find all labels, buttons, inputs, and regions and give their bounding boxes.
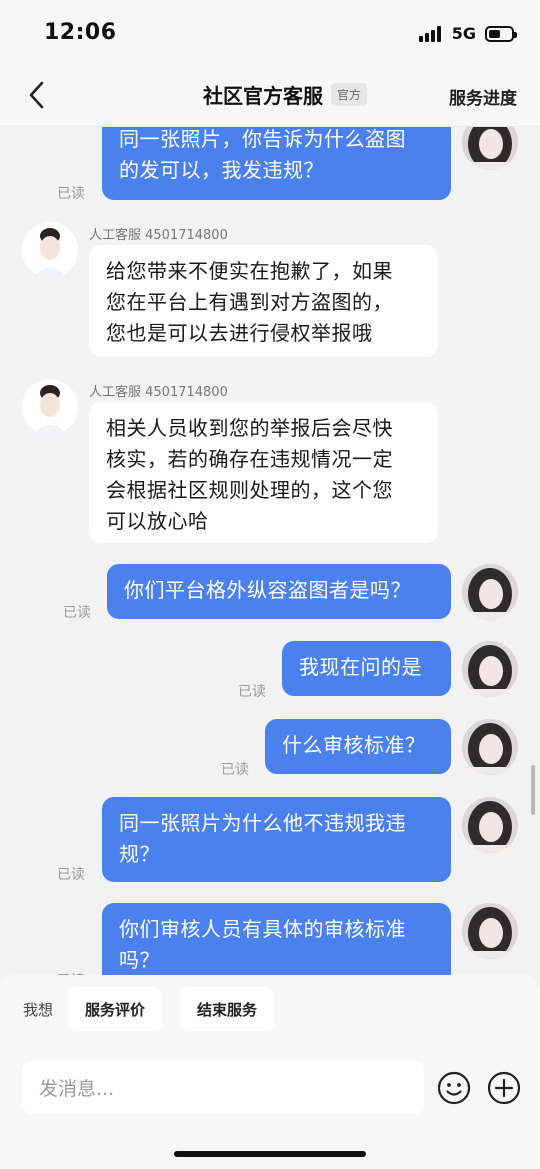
user-message-bubble[interactable]: 你们审核人员有具体的审核标准 吗？ <box>102 903 451 975</box>
message-item: 什么审核标准？ 已读 <box>0 719 540 781</box>
user-message-bubble[interactable]: 你们平台格外纵容盗图者是吗？ <box>107 564 451 619</box>
read-status: 已读 <box>63 605 91 621</box>
message-line: 吗？ <box>119 948 160 972</box>
read-status: 已读 <box>238 684 266 700</box>
read-status: 已读 <box>221 762 249 778</box>
signal-icon <box>418 25 443 42</box>
message-list[interactable]: 同一张照片，你告诉为什么盗图 的发可以，我发违规？ 已读 人工客服 450171… <box>0 127 540 975</box>
message-line: 你们平台格外纵容盗图者是吗？ <box>124 578 411 602</box>
quick-reply-label: 我想 <box>23 1001 54 1019</box>
agent-message-bubble[interactable]: 相关人员收到您的举报后会尽快 核实，若的确存在违规情况一定 会根据社区规则处理的… <box>89 402 438 543</box>
quick-reply-row: 我想 服务评价 结束服务 <box>0 987 540 1033</box>
message-item: 你们平台格外纵容盗图者是吗？ 已读 <box>0 564 540 626</box>
service-progress-button[interactable]: 服务进度 <box>449 84 517 109</box>
message-item: 你们审核人员有具体的审核标准 吗？ 已读 <box>0 903 540 975</box>
message-item: 同一张照片为什么他不违规我违 规？ 已读 <box>0 797 540 887</box>
message-item: 人工客服 4501714800 给您带来不便实在抱歉了，如果 您在平台上有遇到对… <box>0 222 540 362</box>
emoji-icon[interactable] <box>437 1071 471 1105</box>
read-status: 已读 <box>57 867 85 883</box>
scrollbar-thumb[interactable] <box>531 765 535 815</box>
battery-icon <box>485 25 517 42</box>
status-time: 12:06 <box>44 20 117 45</box>
message-line: 规？ <box>119 842 160 866</box>
message-input[interactable]: 发消息... <box>22 1060 424 1114</box>
message-line: 核实，若的确存在违规情况一定 <box>106 447 393 471</box>
user-avatar[interactable] <box>462 903 518 959</box>
message-line: 我现在问的是 <box>299 655 422 679</box>
message-item: 同一张照片，你告诉为什么盗图 的发可以，我发违规？ 已读 <box>0 127 540 203</box>
user-avatar[interactable] <box>462 127 518 170</box>
agent-name: 人工客服 4501714800 <box>89 228 228 243</box>
bottom-panel: 我想 服务评价 结束服务 发消息... <box>0 975 540 1169</box>
user-avatar[interactable] <box>462 641 518 697</box>
top-bar: 12:06 5G 社区官方客服 官方 服务进度 <box>0 0 540 127</box>
message-item: 我现在问的是 已读 <box>0 641 540 703</box>
message-line: 同一张照片，你告诉为什么盗图 <box>119 127 406 151</box>
network-type: 5G <box>451 24 476 43</box>
agent-name: 人工客服 4501714800 <box>89 385 228 400</box>
message-line: 你们审核人员有具体的审核标准 <box>119 917 406 941</box>
end-service-button[interactable]: 结束服务 <box>180 987 275 1031</box>
input-placeholder: 发消息... <box>39 1077 115 1100</box>
user-message-bubble[interactable]: 同一张照片为什么他不违规我违 规？ <box>102 797 451 882</box>
message-line: 会根据社区规则处理的，这个您 <box>106 478 393 502</box>
message-line: 您在平台上有遇到对方盗图的， <box>106 290 393 314</box>
message-line: 同一张照片为什么他不违规我违 <box>119 811 406 835</box>
plus-circle-icon[interactable] <box>487 1071 521 1105</box>
service-rating-button[interactable]: 服务评价 <box>68 987 163 1031</box>
user-avatar[interactable] <box>462 719 518 775</box>
agent-avatar[interactable] <box>22 222 78 278</box>
agent-message-bubble[interactable]: 给您带来不便实在抱歉了，如果 您在平台上有遇到对方盗图的， 您也是可以去进行侵权… <box>89 245 438 357</box>
message-line: 什么审核标准？ <box>282 733 426 757</box>
read-status: 已读 <box>57 186 85 202</box>
status-bar: 12:06 5G <box>0 0 540 66</box>
message-item: 人工客服 4501714800 相关人员收到您的举报后会尽快 核实，若的确存在违… <box>0 379 540 547</box>
page-title: 社区官方客服 <box>202 84 323 108</box>
message-line: 相关人员收到您的举报后会尽快 <box>106 416 393 440</box>
official-badge: 官方 <box>330 83 367 106</box>
user-avatar[interactable] <box>462 797 518 853</box>
user-message-bubble[interactable]: 什么审核标准？ <box>265 719 451 774</box>
home-indicator <box>174 1151 366 1157</box>
user-message-bubble[interactable]: 同一张照片，你告诉为什么盗图 的发可以，我发违规？ <box>102 127 451 200</box>
message-line: 可以放心哈 <box>106 509 209 533</box>
message-line: 给您带来不便实在抱歉了，如果 <box>106 259 393 283</box>
message-line: 的发可以，我发违规？ <box>119 158 324 182</box>
message-line: 您也是可以去进行侵权举报哦 <box>106 321 373 345</box>
status-indicators: 5G <box>418 24 517 43</box>
agent-avatar[interactable] <box>22 379 78 435</box>
user-message-bubble[interactable]: 我现在问的是 <box>282 641 451 696</box>
nav-bar: 社区官方客服 官方 服务进度 <box>0 66 540 127</box>
user-avatar[interactable] <box>462 564 518 620</box>
